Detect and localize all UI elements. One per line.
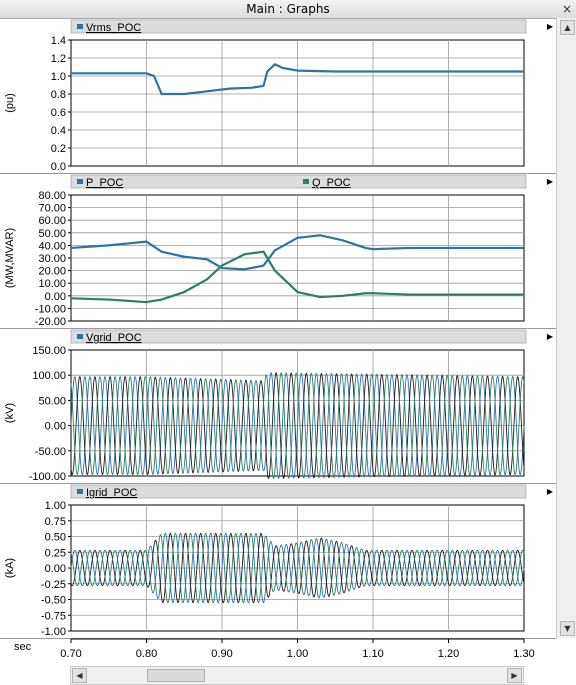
legend-swatch [77, 489, 83, 494]
y-tick-label: 50.00 [38, 228, 66, 240]
horizontal-scrollbar[interactable]: ◀ ▶ [70, 666, 524, 685]
vertical-scrollbar[interactable]: ▲ ▼ [556, 18, 576, 638]
x-tick-label: 1.10 [362, 648, 383, 660]
legend-label: Vgrid_POC [86, 332, 142, 344]
graph-panel-igrid: Igrid_POC -1.00 -0.75 -0.50 -0.25 0.00 0.25 0.5… [0, 483, 556, 639]
y-tick-label: -0.50 [41, 595, 66, 607]
y-tick-label: -20.00 [35, 316, 66, 328]
y-tick-label: 150.00 [32, 345, 66, 357]
y-tick-label: 70.00 [38, 203, 66, 215]
close-icon[interactable]: × [562, 1, 572, 17]
y-tick-label: 0.00 [45, 563, 66, 575]
y-tick-label: -0.75 [41, 610, 66, 622]
y-tick-label: 1.4 [51, 35, 66, 47]
scroll-right-icon[interactable]: ▶ [507, 668, 522, 683]
legend-header [70, 174, 527, 189]
y-tick-label: -100.00 [29, 471, 66, 483]
legend-swatch [303, 179, 309, 184]
y-axis-label: (kA) [4, 558, 16, 578]
y-tick-label: 0.75 [45, 516, 66, 528]
y-axis-label: (pu) [4, 93, 16, 113]
window-title-bar: Main : Graphs × [0, 0, 576, 19]
window-title: Main : Graphs [246, 2, 330, 16]
x-tick-label: 1.30 [513, 648, 534, 660]
chart-vrms: Vrms_POC 0.0 0.2 0.4 0.6 0.8 1.0 1.2 1.4 (pu) [4, 19, 527, 173]
panel-menu-arrow-icon[interactable]: ▶ [547, 177, 553, 186]
y-tick-label: 0.4 [51, 125, 66, 137]
y-tick-label: 0.25 [45, 547, 66, 559]
legend-label: Q_POC [312, 177, 351, 189]
y-axis-label: (MW,MVAR) [4, 228, 16, 288]
graph-panel-vrms: Vrms_POC 0.0 0.2 0.4 0.6 0.8 1.0 1.2 1.4 (pu) ▶ [0, 18, 556, 174]
scroll-up-icon[interactable]: ▲ [560, 20, 575, 35]
horizontal-scroll-thumb[interactable] [147, 669, 205, 682]
x-axis-label: sec [14, 641, 32, 653]
x-tick-label: 0.80 [136, 648, 157, 660]
panel-menu-arrow-icon[interactable]: ▶ [547, 332, 553, 341]
y-tick-label: 20.00 [38, 266, 66, 278]
y-tick-label: 1.0 [51, 71, 66, 83]
panel-menu-arrow-icon[interactable]: ▶ [547, 487, 553, 496]
graph-area: Vrms_POC 0.0 0.2 0.4 0.6 0.8 1.0 1.2 1.4 (pu) ▶ P… [0, 18, 556, 639]
y-tick-label: 100.00 [32, 370, 66, 382]
x-tick-label: 0.70 [60, 648, 81, 660]
y-tick-label: 0.6 [51, 107, 66, 119]
chart-vgrid: Vgrid_POC -100.00 -50.00 0.00 50.00 100.00 150… [4, 329, 527, 483]
y-tick-label: 40.00 [38, 240, 66, 252]
y-axis-label: (kV) [4, 403, 16, 423]
y-tick-label: -10.00 [35, 303, 66, 315]
x-tick-label: 1.20 [438, 648, 459, 660]
chart-pq: P_POC Q_POC -20.00-10.000.0010.0020.0030.0… [4, 174, 527, 328]
y-tick-label: 1.2 [51, 53, 66, 65]
y-tick-label: 10.00 [38, 278, 66, 290]
x-tick-label: 0.90 [211, 648, 232, 660]
time-axis: sec 0.70 0.80 0.90 1.00 1.10 1.20 1.30 [0, 638, 556, 662]
x-tick-label: 1.00 [287, 648, 308, 660]
y-tick-label: 0.2 [51, 143, 66, 155]
legend-label: Igrid_POC [86, 487, 137, 499]
y-tick-label: 0.00 [45, 291, 66, 303]
y-tick-label: 60.00 [38, 215, 66, 227]
chart-igrid: Igrid_POC -1.00 -0.75 -0.50 -0.25 0.00 0.25 0.5… [4, 484, 527, 638]
y-tick-label: -0.25 [41, 579, 66, 591]
scroll-left-icon[interactable]: ◀ [72, 668, 87, 683]
y-tick-label: 80.00 [38, 190, 66, 202]
panel-menu-arrow-icon[interactable]: ▶ [547, 22, 553, 31]
y-tick-label: 1.00 [45, 500, 66, 512]
legend-label: P_POC [86, 177, 123, 189]
y-tick-label: 0.50 [45, 532, 66, 544]
graph-panel-pq: P_POC Q_POC -20.00 -10.00 0.00 10.00 20.00 30.0… [0, 173, 556, 329]
y-tick-label: -50.00 [35, 446, 66, 458]
legend-swatch [77, 24, 83, 29]
legend-swatch [77, 179, 83, 184]
time-axis-svg: sec 0.70 0.80 0.90 1.00 1.10 1.20 1.30 [14, 638, 535, 660]
legend-label: Vrms_POC [86, 22, 141, 34]
legend-header [70, 484, 527, 499]
y-tick-label: 0.0 [51, 161, 66, 173]
scroll-down-icon[interactable]: ▼ [560, 621, 575, 636]
legend-swatch [77, 334, 83, 339]
y-tick-label: 0.00 [45, 421, 66, 433]
y-tick-label: 0.8 [51, 89, 66, 101]
y-tick-label: -1.00 [41, 626, 66, 638]
y-tick-label: 50.00 [38, 395, 66, 407]
graph-panel-vgrid: Vgrid_POC -100.00 -50.00 0.00 50.00 100.00 150… [0, 328, 556, 484]
y-tick-label: 30.00 [38, 253, 66, 265]
